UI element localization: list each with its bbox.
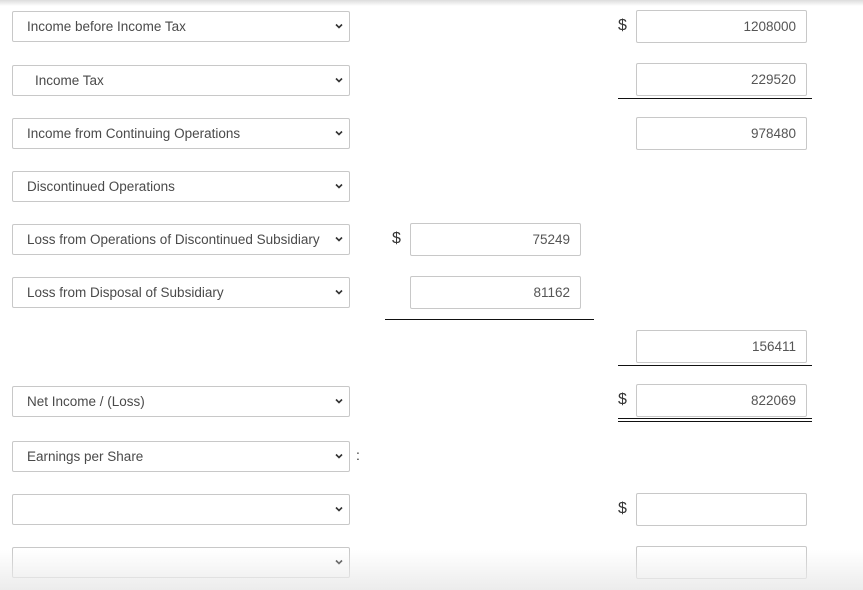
subtotal-underline — [618, 98, 812, 99]
select-label: Income Tax — [35, 73, 104, 88]
amount-input-income-continuing[interactable]: 978480 — [636, 117, 807, 150]
line-item-select-net-income[interactable]: Net Income / (Loss) — [12, 386, 350, 417]
colon: : — [356, 447, 360, 463]
top-shadow — [0, 0, 863, 6]
chevron-down-icon — [335, 506, 343, 512]
chevron-down-icon — [335, 130, 343, 136]
amount-input-loss-operations-discontinued[interactable]: 75249 — [410, 223, 581, 256]
line-item-select-earnings-per-share[interactable]: Earnings per Share — [12, 441, 350, 472]
select-label: Loss from Operations of Discontinued Sub… — [27, 232, 320, 247]
line-item-select-income-tax[interactable]: Income Tax — [12, 65, 350, 96]
subtotal-underline — [618, 365, 812, 366]
double-underline-top — [618, 418, 812, 419]
dollar-sign: $ — [618, 391, 627, 408]
amount-input-loss-disposal[interactable]: 81162 — [410, 276, 581, 309]
chevron-down-icon — [335, 77, 343, 83]
amount-input-eps-1[interactable] — [636, 493, 807, 526]
amount-input-income-tax[interactable]: 229520 — [636, 63, 807, 96]
line-item-select-eps-2[interactable] — [12, 547, 350, 578]
line-item-select-eps-1[interactable] — [12, 494, 350, 525]
double-underline-bottom — [618, 421, 812, 422]
line-item-select-loss-operations-discontinued[interactable]: Loss from Operations of Discontinued Sub… — [12, 224, 350, 255]
line-item-select-income-before-tax[interactable]: Income before Income Tax — [12, 11, 350, 42]
chevron-down-icon — [335, 23, 343, 29]
line-item-select-loss-disposal[interactable]: Loss from Disposal of Subsidiary — [12, 277, 350, 308]
select-label: Earnings per Share — [27, 449, 144, 464]
amount-input-eps-2[interactable] — [636, 546, 807, 579]
select-label: Net Income / (Loss) — [27, 394, 145, 409]
chevron-down-icon — [335, 289, 343, 295]
subtotal-underline — [385, 319, 594, 320]
chevron-down-icon — [335, 398, 343, 404]
dollar-sign: $ — [392, 230, 401, 247]
chevron-down-icon — [335, 559, 343, 565]
chevron-down-icon — [335, 183, 343, 189]
amount-input-income-before-tax[interactable]: 1208000 — [636, 10, 807, 43]
chevron-down-icon — [335, 453, 343, 459]
line-item-select-income-continuing[interactable]: Income from Continuing Operations — [12, 118, 350, 149]
amount-input-net-income[interactable]: 822069 — [636, 384, 807, 417]
select-label: Income before Income Tax — [27, 19, 186, 34]
dollar-sign: $ — [618, 500, 627, 517]
select-label: Discontinued Operations — [27, 179, 175, 194]
select-label: Loss from Disposal of Subsidiary — [27, 285, 224, 300]
select-label: Income from Continuing Operations — [27, 126, 241, 141]
chevron-down-icon — [335, 236, 343, 242]
dollar-sign: $ — [618, 17, 627, 34]
amount-input-total-discontinued[interactable]: 156411 — [636, 330, 807, 363]
line-item-select-discontinued-operations[interactable]: Discontinued Operations — [12, 171, 350, 202]
